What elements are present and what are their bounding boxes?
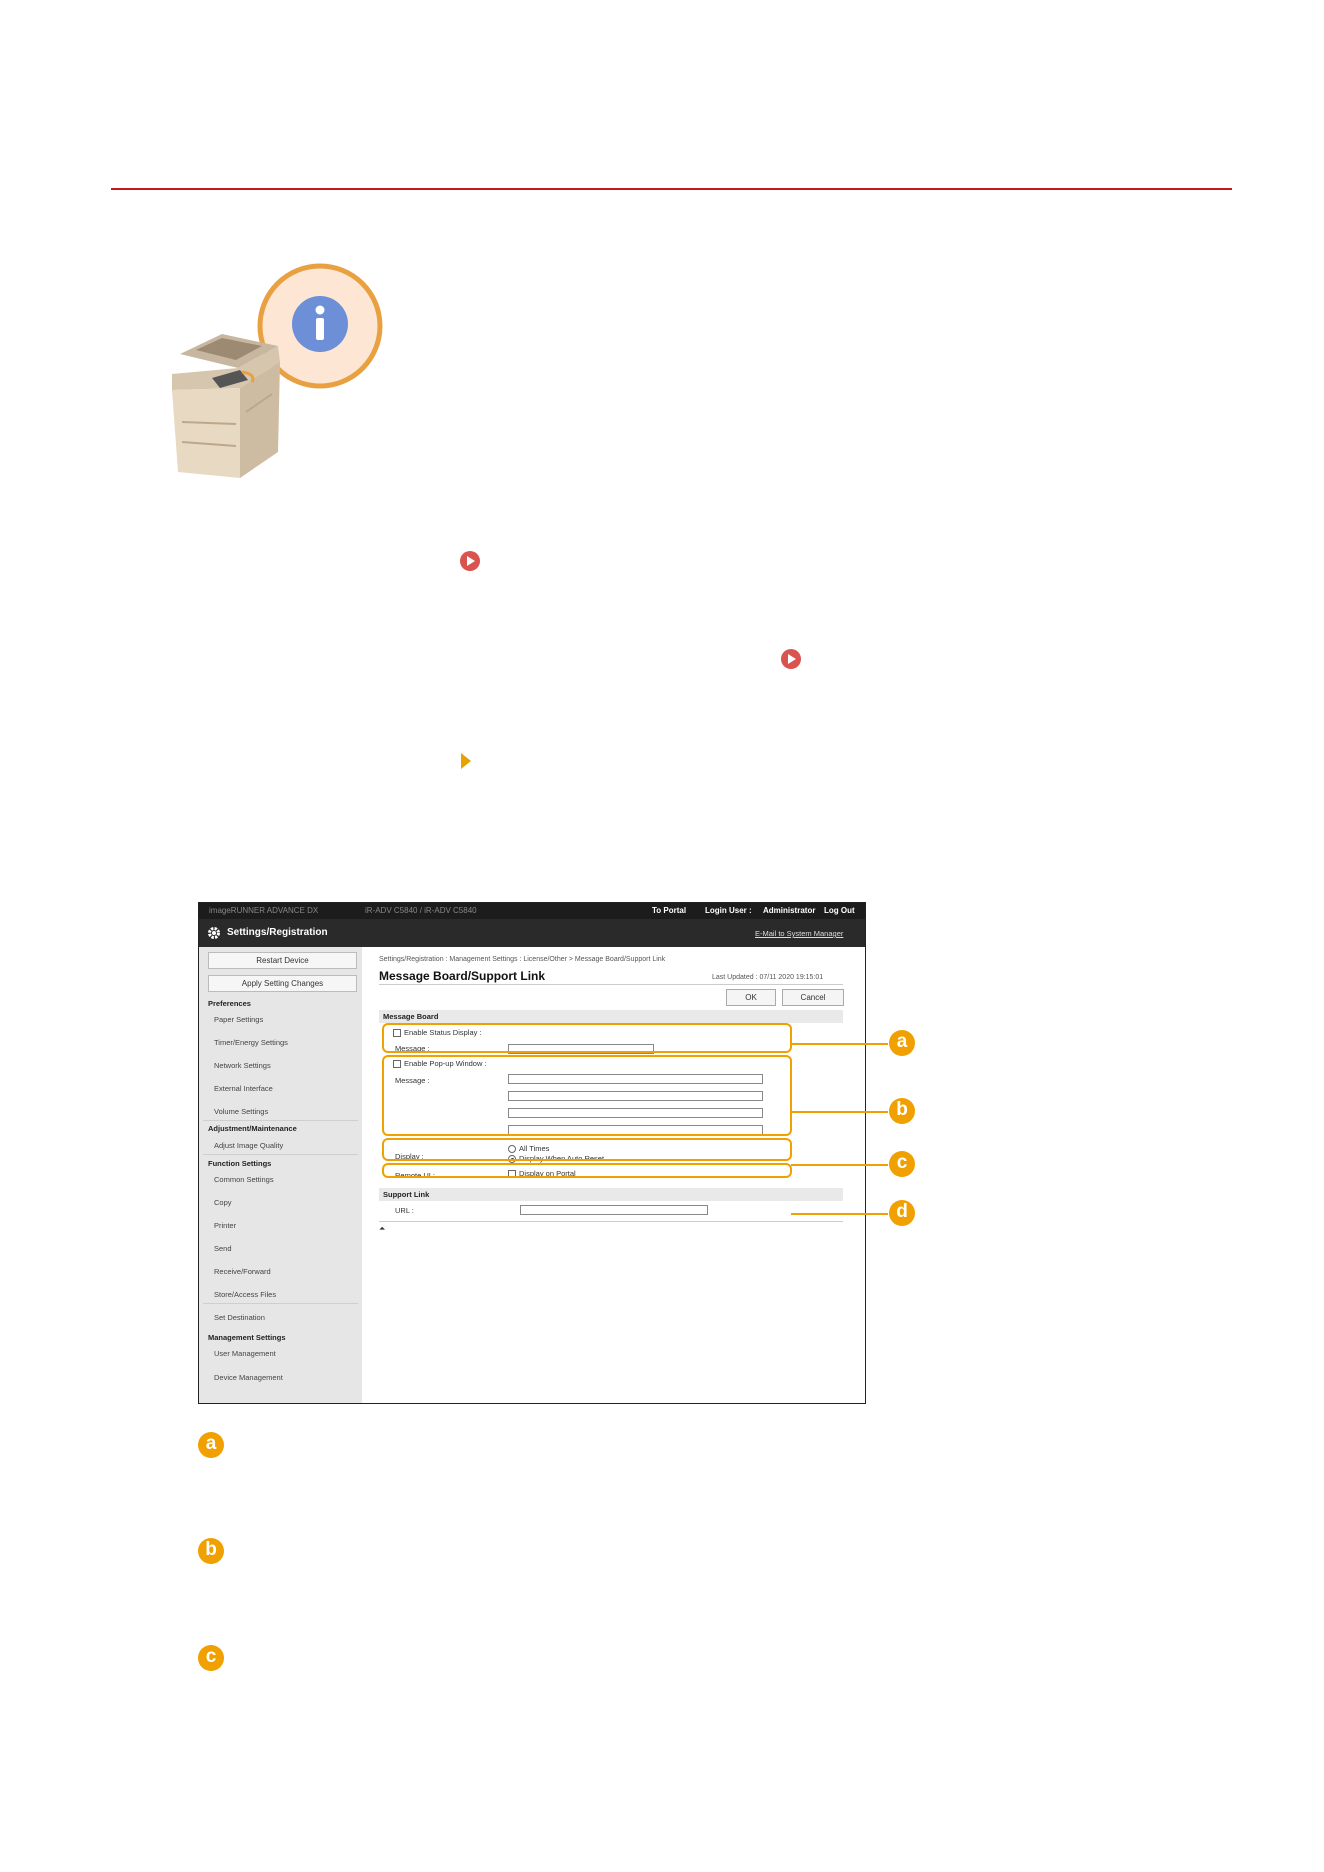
sidebar-item-store-access-files[interactable]: Store/Access Files	[214, 1290, 276, 1299]
sidebar-item-network-settings[interactable]: Network Settings	[214, 1061, 271, 1070]
link-arrow-icon[interactable]	[781, 649, 801, 669]
legend-badge-c: c	[198, 1645, 224, 1671]
callout-line-b	[791, 1111, 888, 1113]
legend-badge-b: b	[198, 1538, 224, 1564]
restart-device-button[interactable]: Restart Device	[208, 952, 357, 969]
sidebar-item-user-management[interactable]: User Management	[214, 1349, 276, 1358]
to-portal-link[interactable]: To Portal	[652, 906, 686, 915]
callout-frame-d	[382, 1163, 792, 1178]
sidebar-item-timer-energy[interactable]: Timer/Energy Settings	[214, 1038, 288, 1047]
top-bar: imageRUNNER ADVANCE DX iR-ADV C5840 / iR…	[199, 903, 865, 919]
sidebar-item-paper-settings[interactable]: Paper Settings	[214, 1015, 263, 1024]
user-name: Administrator	[763, 906, 816, 915]
sidebar-item-device-management[interactable]: Device Management	[214, 1373, 283, 1382]
support-link-heading: Support Link	[379, 1188, 843, 1201]
sidebar-item-send[interactable]: Send	[214, 1244, 232, 1253]
callout-badge-b: b	[889, 1098, 915, 1124]
product-name: imageRUNNER ADVANCE DX	[209, 906, 319, 915]
logout-link[interactable]: Log Out	[824, 906, 855, 915]
legend-badge-a: a	[198, 1432, 224, 1458]
section-divider	[379, 1221, 843, 1222]
sidebar-divider	[203, 1303, 358, 1304]
header-rule	[111, 188, 1232, 190]
sidebar-item-common-settings[interactable]: Common Settings	[214, 1175, 274, 1184]
sidebar-item-copy[interactable]: Copy	[214, 1198, 232, 1207]
title-bar: Settings/Registration E-Mail to System M…	[199, 919, 865, 947]
sidebar-item-printer[interactable]: Printer	[214, 1221, 236, 1230]
link-arrow-icon[interactable]	[460, 551, 480, 571]
host-name: iR-ADV C5840 / iR-ADV C5840	[365, 906, 477, 915]
remote-ui-screenshot: imageRUNNER ADVANCE DX iR-ADV C5840 / iR…	[198, 902, 866, 1404]
callout-line-c	[791, 1164, 888, 1166]
title-divider	[379, 984, 843, 985]
printer-info-illustration	[172, 263, 383, 478]
callout-line-a	[791, 1043, 888, 1045]
sidebar-heading-preferences: Preferences	[208, 999, 251, 1008]
sidebar-item-set-destination[interactable]: Set Destination	[214, 1313, 265, 1322]
back-to-top-icon[interactable]: ⏶	[379, 1224, 385, 1234]
callout-frame-b	[382, 1055, 792, 1136]
sidebar-heading-management-settings: Management Settings	[208, 1333, 286, 1342]
sidebar-divider	[203, 1154, 358, 1155]
sidebar-divider	[203, 1120, 358, 1121]
message-board-heading: Message Board	[379, 1010, 843, 1023]
sidebar-heading-adjustment: Adjustment/Maintenance	[208, 1124, 297, 1133]
gear-icon	[208, 927, 220, 939]
sidebar: Restart Device Apply Setting Changes Pre…	[199, 947, 362, 1403]
sidebar-item-external-interface[interactable]: External Interface	[214, 1084, 273, 1093]
breadcrumb: Settings/Registration : Management Setti…	[379, 956, 666, 963]
callout-badge-c: c	[889, 1151, 915, 1177]
sidebar-heading-function-settings: Function Settings	[208, 1159, 272, 1168]
last-updated: Last Updated : 07/11 2020 19:15:01	[712, 974, 824, 981]
sidebar-item-adjust-image-quality[interactable]: Adjust Image Quality	[214, 1141, 283, 1150]
callout-badge-a: a	[889, 1030, 915, 1056]
callout-frame-a	[382, 1023, 792, 1053]
sidebar-item-receive-forward[interactable]: Receive/Forward	[214, 1267, 271, 1276]
callout-badge-d: d	[889, 1200, 915, 1226]
email-system-manager-link[interactable]: E-Mail to System Manager	[755, 929, 843, 938]
ok-button[interactable]: OK	[726, 989, 776, 1006]
login-user-label: Login User :	[705, 906, 752, 915]
expand-triangle-icon[interactable]	[461, 753, 471, 769]
url-label: URL :	[395, 1206, 414, 1215]
callout-frame-c	[382, 1138, 792, 1161]
page-title: Message Board/Support Link	[379, 969, 546, 983]
support-url-input[interactable]	[520, 1205, 708, 1215]
callout-line-d	[791, 1213, 888, 1215]
cancel-button[interactable]: Cancel	[782, 989, 844, 1006]
apply-setting-changes-button[interactable]: Apply Setting Changes	[208, 975, 357, 992]
page-header-title: Settings/Registration	[227, 927, 328, 938]
sidebar-item-volume-settings[interactable]: Volume Settings	[214, 1107, 268, 1116]
